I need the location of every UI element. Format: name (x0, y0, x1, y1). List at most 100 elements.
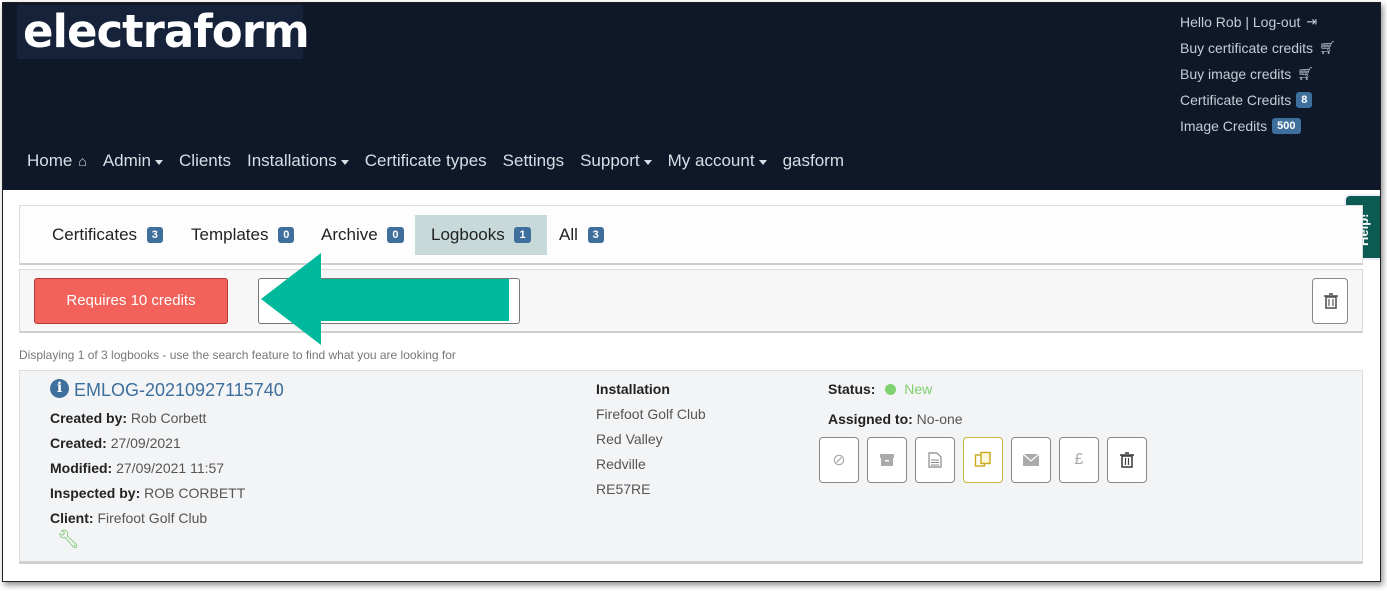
copy-button[interactable] (963, 437, 1003, 483)
logbook-card: i EMLOG-20210927115740 Created by: Rob C… (19, 370, 1363, 564)
status-field: Status: New (828, 381, 932, 397)
nav-settings[interactable]: Settings (503, 151, 564, 171)
archive-icon (880, 454, 894, 466)
nav-gasform-label: gasform (782, 151, 844, 170)
installation-label: Installation (596, 381, 670, 397)
tab-count-badge: 3 (146, 226, 163, 243)
home-icon: ⌂ (78, 153, 87, 169)
archive-button[interactable] (867, 437, 907, 483)
field-value: Firefoot Golf Club (97, 510, 208, 526)
info-icon[interactable]: i (50, 379, 69, 398)
inspected-by-field: Inspected by: ROB CORBETT (50, 485, 245, 501)
nav-certificate-types[interactable]: Certificate types (365, 151, 487, 171)
logo[interactable]: electraform (17, 5, 310, 59)
nav-installations-label: Installations (246, 151, 337, 170)
status-dot-icon (885, 384, 897, 395)
void-button[interactable]: ⊘ (819, 437, 859, 483)
buy-certificate-credits-label: Buy certificate credits (1180, 40, 1314, 56)
buy-certificate-credits-link[interactable]: Buy certificate credits 🛒︎ (1180, 35, 1380, 61)
nav-home[interactable]: Home ⌂ (27, 151, 87, 171)
tab-label: Templates (191, 225, 269, 244)
copy-icon (974, 451, 991, 467)
cart-icon: 🛒︎ (1297, 66, 1314, 81)
nav-admin-label: Admin (102, 151, 152, 170)
field-label: Created: (50, 435, 107, 451)
view-document-button[interactable] (915, 437, 955, 483)
installation-line: RE57RE (596, 481, 651, 497)
status-badge: New (904, 381, 933, 397)
tab-label: Certificates (52, 225, 138, 244)
field-value: 27/09/2021 11:57 (116, 460, 225, 476)
caret-down-icon (758, 159, 767, 165)
field-label: Inspected by: (50, 485, 141, 501)
tab-count-badge: 0 (278, 226, 295, 243)
caret-down-icon (643, 159, 652, 165)
delete-logbook-button[interactable] (1107, 437, 1147, 483)
pricing-button[interactable]: £ (1059, 437, 1099, 483)
delete-selected-button[interactable] (1312, 278, 1348, 324)
logbook-title-link[interactable]: EMLOG-20210927115740 (74, 380, 284, 401)
field-label: Client: (50, 510, 94, 526)
header: electraform Hello Rob | Log-out ⇥ Buy ce… (3, 3, 1380, 190)
nav-clients-label: Clients (179, 151, 231, 170)
installation-line: Red Valley (596, 431, 663, 447)
installation-line: Redville (596, 456, 646, 472)
app-window: electraform Hello Rob | Log-out ⇥ Buy ce… (2, 2, 1381, 582)
nav-settings-label: Settings (502, 151, 565, 170)
nav-installations[interactable]: Installations (247, 151, 349, 171)
nav-home-label: Home (27, 151, 73, 170)
field-value: ROB CORBETT (144, 485, 246, 501)
document-icon (928, 452, 942, 468)
email-button[interactable] (1011, 437, 1051, 483)
trash-icon (1324, 293, 1338, 309)
nav-gasform[interactable]: gasform (783, 151, 844, 171)
envelope-icon (1022, 453, 1040, 466)
caret-down-icon (155, 159, 164, 165)
logout-link[interactable]: Hello Rob | Log-out ⇥ (1180, 9, 1380, 35)
certificate-credits-badge: 8 (1296, 92, 1313, 108)
image-credits: Image Credits 500 (1180, 113, 1380, 139)
annotation-arrow (261, 253, 509, 345)
logbook-actions: ⊘ £ (819, 437, 1147, 483)
nav-support[interactable]: Support (580, 151, 652, 171)
tab-all[interactable]: All 3 (543, 215, 620, 255)
nav-admin[interactable]: Admin (102, 151, 164, 171)
cart-icon: 🛒︎ (1319, 40, 1336, 55)
nav-my-account-label: My account (667, 151, 755, 170)
tab-certificates[interactable]: Certificates 3 (36, 215, 179, 255)
assigned-value: No-one (916, 411, 963, 427)
created-by-field: Created by: Rob Corbett (50, 410, 206, 426)
field-value: Rob Corbett (130, 410, 207, 426)
logbook-toolbar: Requires 10 credits (19, 269, 1363, 333)
assigned-label: Assigned to: (828, 411, 913, 427)
image-credits-label: Image Credits (1180, 118, 1268, 134)
buy-image-credits-label: Buy image credits (1180, 66, 1292, 82)
installation-line: Firefoot Golf Club (596, 406, 706, 422)
certificate-credits-label: Certificate Credits (1180, 92, 1292, 108)
field-value: 27/09/2021 (110, 435, 181, 451)
pound-icon: £ (1074, 451, 1084, 468)
buy-image-credits-link[interactable]: Buy image credits 🛒︎ (1180, 61, 1380, 87)
nav-support-label: Support (580, 151, 640, 170)
client-field: Client: Firefoot Golf Club (50, 510, 207, 526)
requires-credits-button[interactable]: Requires 10 credits (34, 278, 228, 324)
greeting-text[interactable]: Hello Rob | Log-out (1180, 12, 1300, 32)
caret-down-icon (340, 159, 349, 165)
created-field: Created: 27/09/2021 (50, 435, 181, 451)
assigned-field: Assigned to: No-one (828, 411, 963, 427)
tab-label: Logbooks (431, 225, 505, 244)
document-tabs: Certificates 3 Templates 0 Archive 0 Log… (19, 205, 1363, 265)
logout-icon: ⇥ (1306, 14, 1318, 29)
account-links: Hello Rob | Log-out ⇥ Buy certificate cr… (1180, 9, 1380, 139)
tab-count-badge: 3 (587, 226, 604, 243)
tab-label: Archive (321, 225, 378, 244)
image-credits-badge: 500 (1272, 118, 1301, 134)
status-label: Status: (828, 381, 876, 397)
wrench-icon[interactable]: 🔧︎ (57, 529, 80, 550)
nav-my-account[interactable]: My account (668, 151, 767, 171)
field-label: Modified: (50, 460, 113, 476)
trash-icon (1120, 452, 1134, 468)
tab-label: All (559, 225, 578, 244)
main-nav: Home ⌂ Admin Clients Installations Certi… (27, 151, 844, 171)
nav-clients[interactable]: Clients (179, 151, 231, 171)
